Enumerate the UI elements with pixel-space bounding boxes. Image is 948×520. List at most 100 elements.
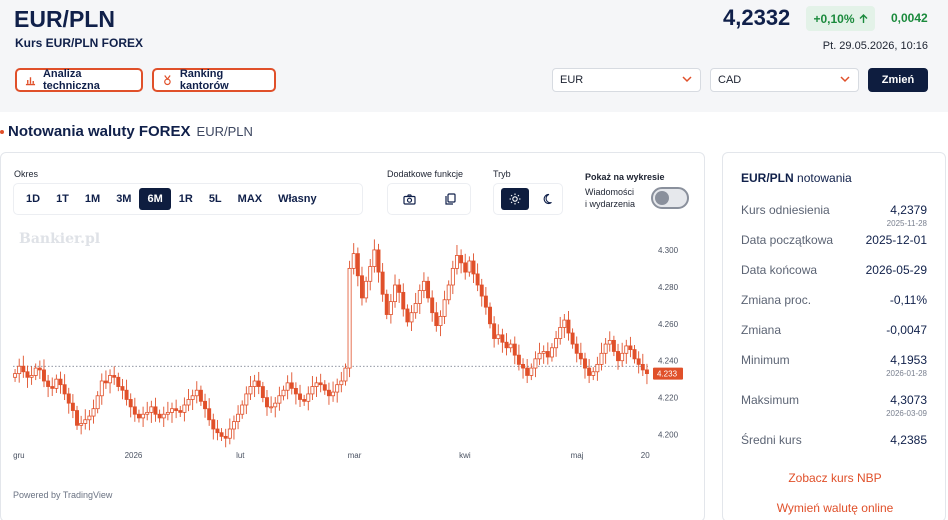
candle-body (636, 358, 641, 365)
y-tick-label: 4.240 (658, 357, 679, 366)
candle-body (46, 380, 51, 387)
candle-body (310, 386, 315, 395)
change-absolute: 0,0042 (891, 11, 928, 25)
stats-card: EUR/PLN notowania Kurs odniesienia 4,2379… (722, 152, 946, 520)
change-percent: +0,10% (813, 11, 855, 26)
news-events-toggle[interactable] (651, 187, 689, 209)
candle-body (289, 382, 294, 389)
extra-functions-group (387, 183, 471, 215)
candle-body (463, 262, 468, 273)
candle-body (174, 408, 179, 411)
stats-title-suffix: notowania (797, 171, 852, 185)
period-5l[interactable]: 5L (201, 188, 230, 210)
bar-chart-icon (25, 76, 36, 85)
candle-body (157, 413, 162, 419)
x-tick-label: kwi (459, 451, 471, 460)
candle-body (360, 275, 364, 299)
currency-from-select[interactable]: EUR (552, 68, 701, 92)
candle-body (388, 301, 393, 315)
candle-body (421, 280, 426, 291)
candle-body (128, 399, 133, 408)
candle-body (215, 428, 220, 434)
candle-body (62, 384, 67, 395)
period-1m[interactable]: 1M (77, 188, 108, 210)
exchange-ranking-button[interactable]: Ranking kantorów (152, 68, 276, 92)
candle-body (624, 345, 629, 354)
period-6m[interactable]: 6M (139, 188, 171, 210)
candle-body (529, 367, 534, 376)
candle-body (223, 435, 228, 439)
exchange-ranking-label: Ranking kantorów (179, 68, 229, 92)
y-tick-label: 4.220 (658, 394, 679, 403)
candle-body (306, 393, 311, 402)
period-max[interactable]: MAX (230, 188, 270, 210)
bullet-dot (0, 129, 4, 134)
period-3m[interactable]: 3M (108, 188, 139, 210)
candle-body (326, 389, 331, 397)
candle-body (471, 260, 476, 275)
candle-body (562, 319, 567, 328)
candle-body (141, 413, 146, 419)
candle-body (112, 375, 117, 378)
period-własny[interactable]: Własny (270, 188, 325, 210)
period-1r[interactable]: 1R (171, 188, 201, 210)
change-currency-button[interactable]: Zmień (868, 68, 928, 92)
candle-body (496, 334, 501, 339)
candle-body (525, 367, 530, 376)
candle-body (265, 397, 269, 408)
candle-body (269, 406, 274, 409)
light-mode-button[interactable] (501, 188, 529, 210)
candle-body (207, 408, 212, 421)
candle-body (632, 349, 637, 360)
copy-icon[interactable] (444, 193, 456, 205)
candle-body (293, 387, 298, 395)
stats-value: 4,2385 (890, 433, 927, 447)
period-1t[interactable]: 1T (48, 188, 77, 210)
candle-body (298, 393, 302, 400)
candle-body (178, 410, 183, 413)
camera-icon[interactable] (402, 193, 416, 205)
news-label-line1: Wiadomości (585, 187, 635, 197)
candle-body (644, 369, 649, 375)
candle-body (203, 400, 208, 410)
candle-body (488, 306, 492, 325)
candle-body (516, 354, 521, 365)
candle-body (351, 253, 356, 269)
candle-body (508, 343, 513, 349)
candle-body (417, 290, 422, 304)
candle-body (314, 382, 319, 387)
technical-analysis-button[interactable]: Analiza techniczna (15, 68, 143, 92)
currency-from-value: EUR (560, 74, 584, 86)
moon-icon[interactable] (543, 193, 555, 205)
nbp-rate-link[interactable]: Zobacz kurs NBP (723, 471, 947, 485)
candle-body (236, 413, 241, 423)
candle-body (83, 419, 88, 424)
candle-body (103, 380, 108, 384)
candle-body (198, 389, 203, 402)
candle-body (318, 382, 323, 386)
technical-analysis-label: Analiza techniczna (42, 68, 100, 92)
period-1d[interactable]: 1D (18, 188, 48, 210)
candle-body (591, 371, 596, 376)
candle-body (578, 352, 583, 360)
stats-title-pair: EUR/PLN (741, 171, 794, 185)
powered-by: Powered by TradingView (13, 490, 113, 500)
candle-body (521, 363, 526, 369)
candle-body (401, 291, 406, 310)
candle-body (347, 267, 352, 369)
candle-body (335, 384, 340, 393)
candle-body (467, 260, 472, 273)
x-tick-label: lut (236, 451, 245, 460)
stats-label: Średni kurs (741, 433, 802, 447)
exchange-online-link[interactable]: Wymień walutę online (723, 501, 947, 515)
candle-body (161, 413, 166, 419)
candlestick-chart[interactable]: Bankier.pl4.3204.3004.2804.2604.2404.220… (1, 225, 704, 477)
candle-body (219, 432, 224, 437)
stats-value: 2026-05-29 (865, 263, 927, 277)
candle-body (574, 343, 579, 354)
stats-label: Kurs odniesienia (741, 203, 830, 217)
currency-to-select[interactable]: CAD (710, 68, 859, 92)
candle-body (500, 334, 505, 343)
change-percent-badge: +0,10% (806, 6, 875, 31)
candle-body (124, 389, 129, 400)
